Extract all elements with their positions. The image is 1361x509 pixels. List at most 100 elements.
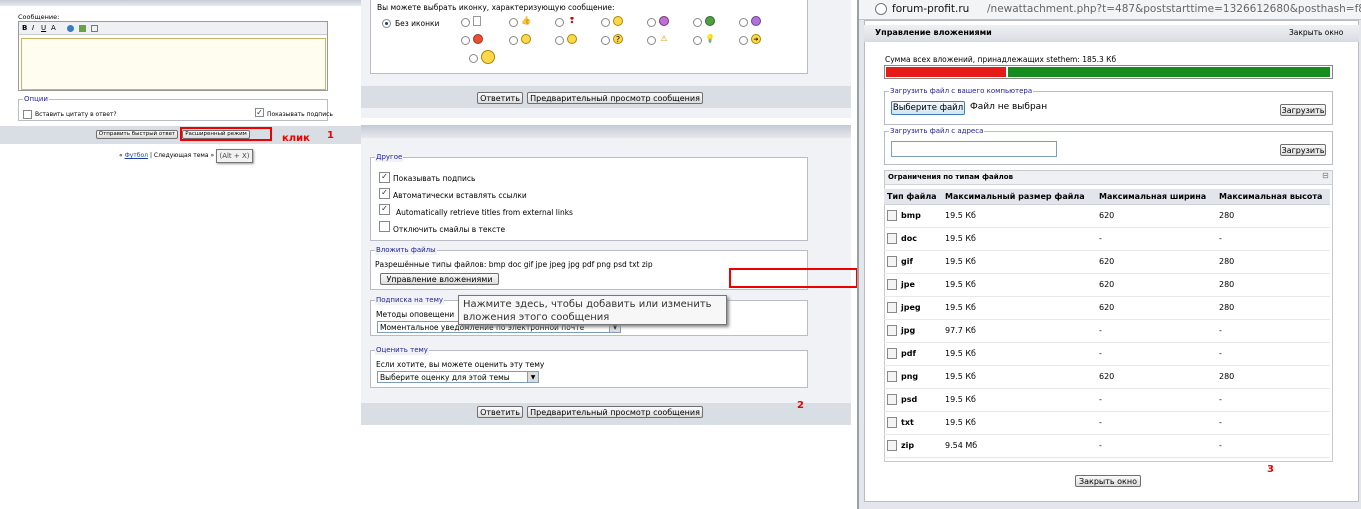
icon-radio[interactable] [509, 18, 518, 27]
max-width-cell: 620 [1096, 204, 1216, 228]
icon-radio[interactable] [647, 18, 656, 27]
file-type-label: zip [901, 441, 915, 450]
editor: B I U A [18, 21, 328, 91]
file-type-cell: jpe [884, 273, 942, 297]
table-row: pdf 19.5 Кб - - [884, 342, 1330, 366]
file-type-cell: gif [884, 250, 942, 274]
table-row: jpeg 19.5 Кб 620 280 [884, 296, 1330, 320]
table-row: gif 19.5 Кб 620 280 [884, 250, 1330, 274]
allowed-types-text: Разрешённые типы файлов: bmp doc gif jpe… [375, 260, 653, 269]
manage-attachments-button[interactable]: Управление вложениями [380, 273, 499, 285]
url-domain: forum-profit.ru [892, 3, 970, 15]
table-header-row: Тип файла Максимальный размер файла Макс… [884, 189, 1330, 205]
max-size-cell: 97.7 Кб [942, 319, 1096, 343]
image-icon[interactable] [79, 25, 86, 32]
icon-radio[interactable] [461, 36, 470, 45]
icon-radio[interactable] [555, 18, 564, 27]
file-type-label: doc [901, 234, 917, 243]
show-signature-checkbox[interactable]: ✓ [379, 172, 390, 183]
close-window-button[interactable]: Закрыть окно [1075, 475, 1141, 487]
choose-file-button[interactable]: Выберите файл [891, 101, 965, 115]
max-size-cell: 19.5 Кб [942, 273, 1096, 297]
rate-select[interactable]: Выберите оценку для этой темы ▼ [377, 371, 539, 383]
upload-button-computer[interactable]: Загрузить [1280, 104, 1326, 116]
confused-icon [481, 50, 495, 64]
file-type-icon [887, 279, 897, 290]
collapse-icon[interactable]: ⊟ [1322, 171, 1329, 180]
icon-radio[interactable] [739, 18, 748, 27]
total-attachments-label: Сумма всех вложений, принадлежащих steth… [885, 55, 1117, 64]
devil-icon [751, 16, 761, 26]
upload-computer-legend: Загрузить файл с вашего компьютера [889, 86, 1034, 96]
file-type-icon [887, 348, 897, 359]
icon-radio[interactable] [601, 18, 610, 27]
rate-legend: Оценить тему [375, 345, 429, 355]
max-width-cell: 620 [1096, 296, 1216, 320]
highlight-advanced-mode [180, 127, 272, 141]
warning-icon: ⚠ [660, 34, 668, 43]
happy-icon [521, 34, 531, 44]
url-input[interactable] [891, 141, 1057, 157]
underline-icon[interactable]: U [41, 24, 46, 32]
auto-links-checkbox[interactable]: ✓ [379, 188, 390, 199]
reply-button-bottom[interactable]: Ответить [477, 406, 523, 418]
disable-smilies-checkbox[interactable] [379, 221, 390, 232]
icon-radio[interactable] [555, 36, 564, 45]
quick-reply-button[interactable]: Отправить быстрый ответ [96, 130, 178, 139]
rate-select-value: Выберите оценку для этой темы [380, 373, 510, 382]
icon-radio[interactable] [739, 36, 748, 45]
quote-checkbox[interactable] [23, 110, 32, 119]
upload-url-fieldset: Загрузить файл с адреса Загрузить [884, 126, 1333, 165]
breadcrumb-next-link[interactable]: Следующая тема » [154, 152, 214, 159]
message-textarea[interactable] [21, 38, 326, 90]
file-type-icon [887, 233, 897, 244]
preview-button-bottom[interactable]: Предварительный просмотр сообщения [527, 406, 703, 418]
speech-bubble-icon: ❢ [568, 16, 576, 25]
icon-radio[interactable] [693, 18, 702, 27]
italic-icon[interactable]: I [32, 24, 34, 32]
quote-icon[interactable] [91, 25, 98, 32]
upload-button-url[interactable]: Загрузить [1280, 144, 1326, 156]
breadcrumb-forum-link[interactable]: Футбол [125, 152, 148, 159]
usage-bar-free [1008, 67, 1330, 77]
popup-header: Управление вложениями Закрыть окно [864, 25, 1359, 42]
max-width-cell: 620 [1096, 365, 1216, 389]
max-size-cell: 19.5 Кб [942, 296, 1096, 320]
breadcrumb: « Футбол | Следующая тема » [119, 152, 214, 159]
retrieve-titles-checkbox[interactable]: ✓ [379, 204, 390, 215]
tooltip-alt-x: (Alt + X) [216, 149, 253, 163]
preview-button[interactable]: Предварительный просмотр сообщения [527, 92, 703, 104]
smile-icon [613, 16, 623, 26]
quote-label: Вставить цитату в ответ? [35, 111, 117, 118]
cool-icon [567, 34, 577, 44]
icon-radio[interactable] [461, 18, 470, 27]
highlight-manage-attachments [729, 268, 858, 288]
panel-quick-reply: Сообщение: B I U A Опции Вставить цитату… [0, 0, 361, 170]
file-limits-table: Тип файла Максимальный размер файла Макс… [884, 189, 1330, 458]
table-row: jpe 19.5 Кб 620 280 [884, 273, 1330, 297]
max-height-cell: - [1216, 388, 1330, 412]
table-row: doc 19.5 Кб - - [884, 227, 1330, 251]
icon-radio[interactable] [469, 54, 478, 63]
no-icon-radio[interactable] [382, 19, 391, 28]
link-icon[interactable] [67, 25, 74, 32]
address-bar[interactable]: forum-profit.ru /newattachment.php?t=487… [859, 0, 1361, 20]
max-height-cell: - [1216, 342, 1330, 366]
column-header: Максимальная высота [1216, 189, 1330, 205]
icon-radio[interactable] [509, 36, 518, 45]
max-height-cell: - [1216, 411, 1330, 435]
step-number-3: 3 [1267, 464, 1274, 475]
bold-icon[interactable]: B [22, 24, 27, 32]
breadcrumb-separator: | [149, 152, 152, 159]
icon-radio[interactable] [693, 36, 702, 45]
reply-button[interactable]: Ответить [477, 92, 523, 104]
upload-computer-fieldset: Загрузить файл с вашего компьютера Выбер… [884, 86, 1333, 125]
max-height-cell: 280 [1216, 273, 1330, 297]
signature-checkbox[interactable]: ✓ [255, 108, 264, 117]
font-icon[interactable]: A [51, 24, 56, 32]
close-window-link[interactable]: Закрыть окно [1289, 28, 1343, 37]
icon-radio[interactable] [601, 36, 610, 45]
file-type-cell: pdf [884, 342, 942, 366]
icon-radio[interactable] [647, 36, 656, 45]
max-width-cell: 620 [1096, 250, 1216, 274]
